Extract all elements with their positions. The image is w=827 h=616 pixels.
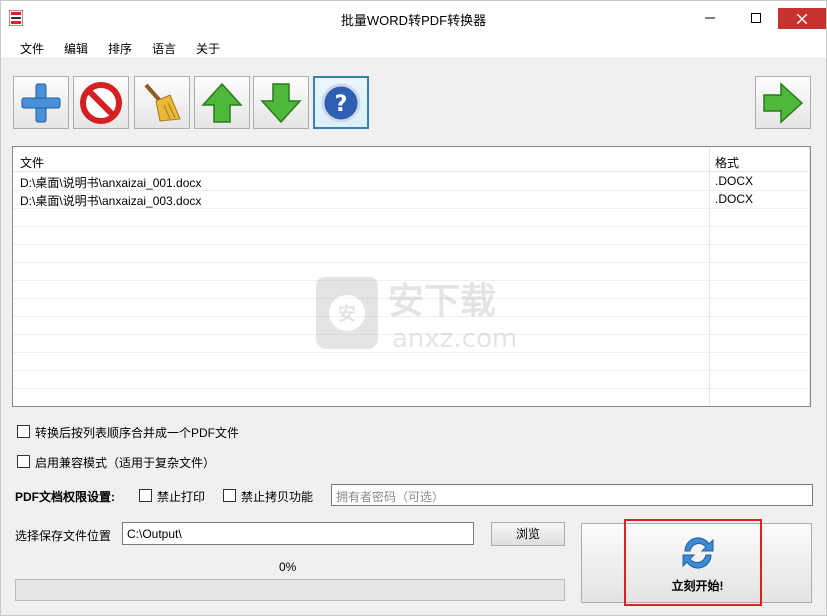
output-path-input[interactable]: C:\Output\ — [122, 522, 474, 545]
watermark-cn: 安下载 — [388, 281, 496, 322]
compat-mode-checkbox[interactable] — [17, 455, 30, 468]
progress-bar — [15, 579, 565, 601]
help-button[interactable]: ? — [313, 76, 369, 129]
row-line — [13, 226, 810, 227]
delete-button[interactable] — [73, 76, 129, 129]
file-list[interactable]: 文件 格式 D:\桌面\说明书\anxaizai_001.docx .DOCX … — [12, 146, 811, 407]
help-icon: ? — [321, 83, 361, 122]
main-window: 批量WORD转PDF转换器 文件 编辑 排序 语言 关于 ? 文件 格式 D:\… — [0, 0, 827, 616]
column-header-file[interactable]: 文件 — [20, 154, 44, 171]
watermark-logo: 安 安下载 anxz.com — [316, 277, 517, 354]
no-print-label: 禁止打印 — [157, 490, 206, 504]
close-button[interactable] — [778, 8, 826, 29]
menu-language[interactable]: 语言 — [152, 40, 176, 57]
maximize-button[interactable] — [733, 1, 779, 35]
menu-edit[interactable]: 编辑 — [64, 40, 88, 57]
menu-file[interactable]: 文件 — [20, 40, 44, 57]
move-up-icon — [201, 82, 243, 123]
next-arrow-icon — [763, 81, 804, 124]
clear-list-button[interactable] — [134, 76, 190, 129]
add-files-button[interactable] — [13, 76, 69, 129]
refresh-icon — [682, 537, 714, 569]
minimize-button[interactable] — [687, 1, 733, 35]
merge-label: 转换后按列表顺序合并成一个PDF文件 — [35, 426, 240, 440]
no-copy-checkbox[interactable] — [223, 489, 236, 502]
cell-format: .DOCX — [715, 192, 754, 206]
minimize-icon — [705, 17, 715, 19]
compat-mode-label: 启用兼容模式（适用于复杂文件） — [35, 456, 216, 470]
column-header-format[interactable]: 格式 — [715, 154, 739, 171]
menu-sort[interactable]: 排序 — [108, 40, 132, 57]
list-header: 文件 格式 — [13, 147, 810, 172]
no-print-checkbox[interactable] — [139, 489, 152, 502]
progress-percent: 0% — [279, 560, 297, 574]
title-bar: 批量WORD转PDF转换器 — [1, 1, 826, 35]
table-row[interactable]: D:\桌面\说明书\anxaizai_001.docx .DOCX — [13, 172, 810, 190]
maximize-icon — [751, 13, 761, 23]
cell-file-path: D:\桌面\说明书\anxaizai_001.docx — [20, 176, 202, 190]
watermark-en: anxz.com — [392, 324, 517, 354]
menu-about[interactable]: 关于 — [196, 40, 220, 57]
row-line — [13, 388, 810, 389]
close-icon — [797, 13, 807, 24]
add-icon — [21, 83, 61, 122]
move-down-icon — [260, 82, 302, 123]
start-button[interactable]: 立刻开始! — [581, 523, 812, 603]
no-copy-label: 禁止拷贝功能 — [241, 490, 314, 504]
browse-button[interactable]: 浏览 — [491, 522, 565, 546]
delete-icon — [80, 81, 122, 124]
row-line — [13, 370, 810, 371]
row-line — [13, 262, 810, 263]
owner-password-input[interactable]: 拥有者密码（可选） — [331, 484, 813, 506]
menu-bar: 文件 编辑 排序 语言 关于 — [1, 35, 826, 59]
start-button-label: 立刻开始! — [671, 579, 724, 593]
merge-checkbox[interactable] — [17, 425, 30, 438]
output-location-label: 选择保存文件位置 — [15, 529, 112, 543]
row-line — [13, 244, 810, 245]
watermark-badge: 安 — [338, 303, 356, 325]
cell-file-path: D:\桌面\说明书\anxaizai_003.docx — [20, 194, 202, 208]
move-up-button[interactable] — [194, 76, 250, 129]
svg-text:?: ? — [335, 92, 348, 117]
next-button[interactable] — [755, 76, 811, 129]
move-down-button[interactable] — [253, 76, 309, 129]
cell-format: .DOCX — [715, 174, 754, 188]
permission-title: PDF文档权限设置: — [15, 490, 115, 504]
clear-broom-icon — [144, 83, 181, 122]
table-row[interactable]: D:\桌面\说明书\anxaizai_003.docx .DOCX — [13, 190, 810, 208]
